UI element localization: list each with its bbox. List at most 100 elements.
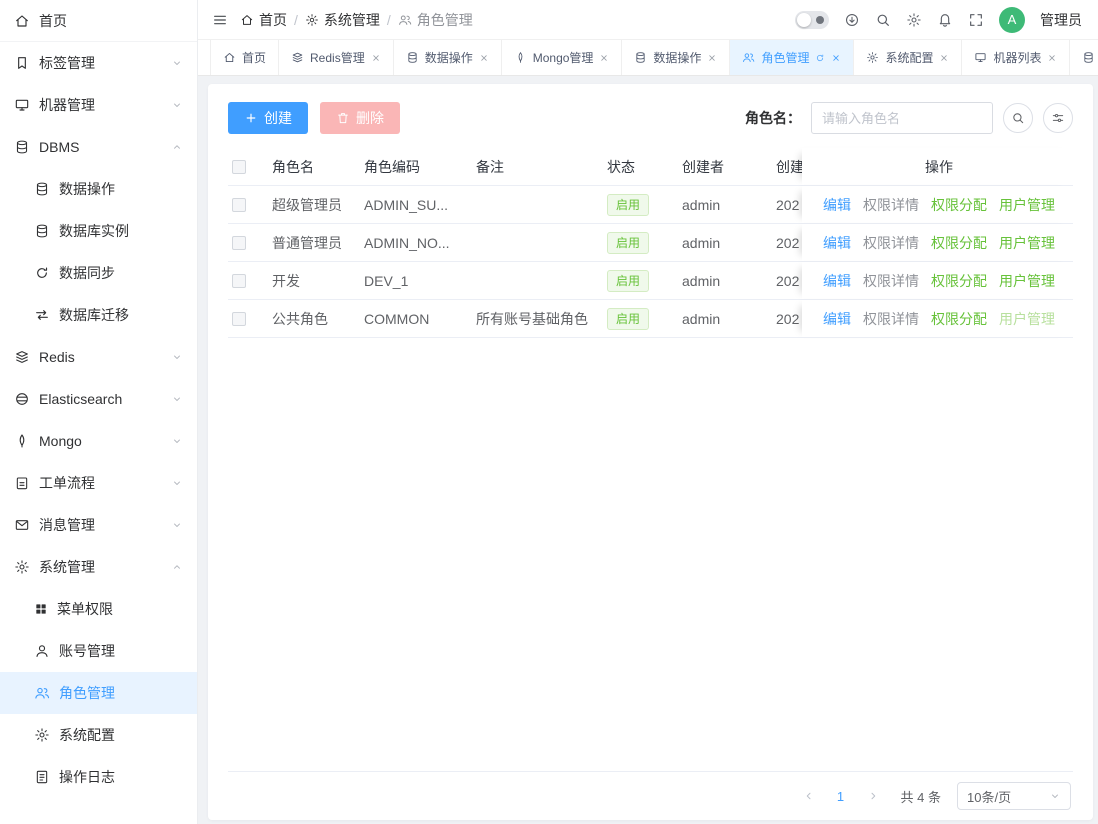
search-button[interactable] <box>1003 103 1033 133</box>
tab-system-config[interactable]: 系统配置 <box>854 40 962 75</box>
permission-assign-link[interactable]: 权限分配 <box>931 195 987 215</box>
refresh-icon[interactable] <box>815 53 825 63</box>
sidebar-item-system-management[interactable]: 系统管理 <box>0 546 197 588</box>
avatar[interactable]: A <box>999 7 1025 33</box>
fullscreen-icon[interactable] <box>968 12 984 28</box>
close-icon[interactable] <box>371 53 381 63</box>
sidebar-item-workflow[interactable]: 工单流程 <box>0 462 197 504</box>
permission-assign-link[interactable]: 权限分配 <box>931 271 987 291</box>
edit-link[interactable]: 编辑 <box>823 271 851 291</box>
bell-icon[interactable] <box>937 12 953 28</box>
sidebar-item-elasticsearch[interactable]: Elasticsearch <box>0 378 197 420</box>
sidebar-item-label: 角色管理 <box>59 683 115 703</box>
sidebar-item-label: 消息管理 <box>39 515 95 535</box>
search-icon[interactable] <box>875 12 891 28</box>
username[interactable]: 管理员 <box>1040 10 1082 30</box>
gear-icon <box>866 51 879 64</box>
chevron-down-icon <box>171 351 183 363</box>
sidebar-item-mongo[interactable]: Mongo <box>0 420 197 462</box>
sidebar-item-database-instances[interactable]: 数据库实例 <box>0 210 197 252</box>
close-icon[interactable] <box>707 53 717 63</box>
close-icon[interactable] <box>479 53 489 63</box>
tab-home[interactable]: 首页 <box>210 40 279 75</box>
sidebar-item-message-management[interactable]: 消息管理 <box>0 504 197 546</box>
database-icon <box>1082 51 1095 64</box>
next-page-button[interactable] <box>861 784 885 808</box>
chevron-down-icon <box>171 99 183 111</box>
sidebar-collapse-button[interactable] <box>212 12 228 28</box>
sidebar-item-tag-management[interactable]: 标签管理 <box>0 42 197 84</box>
sidebar-item-label: 数据同步 <box>59 263 115 283</box>
sidebar-item-operation-logs[interactable]: 操作日志 <box>0 756 197 798</box>
tab-label: Redis管理 <box>310 49 365 66</box>
sidebar-item-home[interactable]: 首页 <box>0 0 197 42</box>
sidebar-item-menu-permissions[interactable]: 菜单权限 <box>0 588 197 630</box>
database-icon <box>34 223 50 239</box>
close-icon[interactable] <box>939 53 949 63</box>
search-icon <box>1011 111 1025 125</box>
prev-page-button[interactable] <box>797 784 821 808</box>
sidebar-item-dbms[interactable]: DBMS <box>0 126 197 168</box>
content-area: 创建 删除 角色名： 角色名 角色编码 <box>198 76 1098 824</box>
edit-link[interactable]: 编辑 <box>823 195 851 215</box>
close-icon[interactable] <box>831 53 841 63</box>
sidebar-item-account-management[interactable]: 账号管理 <box>0 630 197 672</box>
close-icon[interactable] <box>1047 53 1057 63</box>
breadcrumb-home[interactable]: 首页 <box>240 10 287 30</box>
permission-detail-link[interactable]: 权限详情 <box>863 271 919 291</box>
row-checkbox[interactable] <box>232 274 246 288</box>
sidebar-item-label: 机器管理 <box>39 95 95 115</box>
page-size-select[interactable]: 10条/页 <box>957 782 1071 810</box>
tab-data-operations-1[interactable]: 数据操作 <box>394 40 502 75</box>
sidebar-item-label: 菜单权限 <box>57 599 113 619</box>
tab-label: Mongo管理 <box>533 49 594 66</box>
settings-icon[interactable] <box>906 12 922 28</box>
table-header-row: 角色名 角色编码 备注 状态 创建者 创建 操作 <box>228 148 1073 186</box>
row-checkbox[interactable] <box>232 198 246 212</box>
tab-mongo-management[interactable]: Mongo管理 <box>502 40 623 75</box>
redis-icon <box>291 51 304 64</box>
page-number[interactable]: 1 <box>829 789 853 804</box>
close-icon[interactable] <box>599 53 609 63</box>
edit-link[interactable]: 编辑 <box>823 233 851 253</box>
delete-button-label: 删除 <box>356 108 384 128</box>
sidebar-item-label: 工单流程 <box>39 473 95 493</box>
tab-role-management[interactable]: 角色管理 <box>730 40 854 75</box>
sidebar-item-label: 数据操作 <box>59 179 115 199</box>
sidebar-item-system-config[interactable]: 系统配置 <box>0 714 197 756</box>
chevron-left-icon <box>803 790 815 802</box>
arrow-down-circle-icon[interactable] <box>844 12 860 28</box>
edit-link[interactable]: 编辑 <box>823 309 851 329</box>
permission-detail-link[interactable]: 权限详情 <box>863 309 919 329</box>
cell-created: 202 <box>776 273 802 289</box>
filter-settings-button[interactable] <box>1043 103 1073 133</box>
sidebar-item-role-management[interactable]: 角色管理 <box>0 672 197 714</box>
row-checkbox[interactable] <box>232 236 246 250</box>
sidebar-item-database-migration[interactable]: 数据库迁移 <box>0 294 197 336</box>
theme-switch[interactable] <box>795 11 829 29</box>
role-name-input[interactable] <box>811 102 993 134</box>
cell-role-name: 普通管理员 <box>272 233 364 253</box>
user-manage-link[interactable]: 用户管理 <box>999 195 1055 215</box>
tab-machine-list[interactable]: 机器列表 <box>962 40 1070 75</box>
chevron-down-icon <box>171 57 183 69</box>
permission-detail-link[interactable]: 权限详情 <box>863 233 919 253</box>
tab-data-operations-2[interactable]: 数据操作 <box>622 40 730 75</box>
permission-detail-link[interactable]: 权限详情 <box>863 195 919 215</box>
select-all-checkbox[interactable] <box>232 160 246 174</box>
sidebar-item-redis[interactable]: Redis <box>0 336 197 378</box>
column-creator: 创建者 <box>682 157 776 177</box>
row-checkbox[interactable] <box>232 312 246 326</box>
permission-assign-link[interactable]: 权限分配 <box>931 233 987 253</box>
user-manage-link[interactable]: 用户管理 <box>999 271 1055 291</box>
sidebar-item-machine-management[interactable]: 机器管理 <box>0 84 197 126</box>
tab-redis-management[interactable]: Redis管理 <box>279 40 394 75</box>
delete-button[interactable]: 删除 <box>320 102 400 134</box>
sidebar-item-data-sync[interactable]: 数据同步 <box>0 252 197 294</box>
permission-assign-link[interactable]: 权限分配 <box>931 309 987 329</box>
create-button[interactable]: 创建 <box>228 102 308 134</box>
user-manage-link[interactable]: 用户管理 <box>999 233 1055 253</box>
tab-data-operations-3[interactable]: 数据操作 <box>1070 40 1098 75</box>
sidebar-item-data-operations[interactable]: 数据操作 <box>0 168 197 210</box>
breadcrumb-system-management[interactable]: 系统管理 <box>305 10 380 30</box>
